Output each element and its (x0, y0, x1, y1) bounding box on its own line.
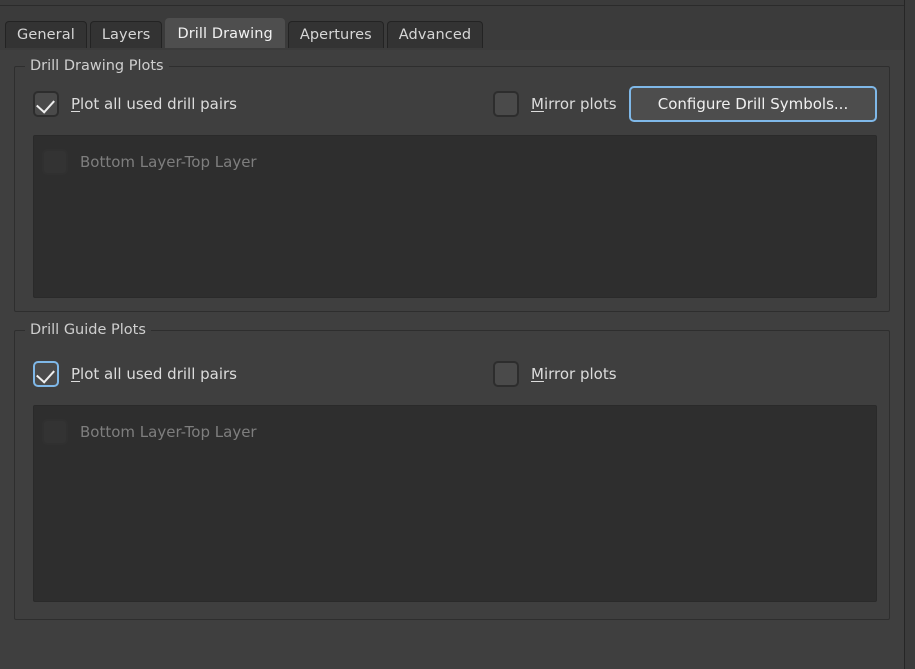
checkbox-plot-all-drill-pairs-guide[interactable] (33, 361, 59, 387)
list-item[interactable]: Bottom Layer-Top Layer (34, 406, 876, 448)
label-text: lot all used drill pairs (80, 95, 237, 113)
configure-drill-symbols-button[interactable]: Configure Drill Symbols... (629, 86, 877, 122)
tab-advanced[interactable]: Advanced (386, 21, 484, 50)
checkbox-row-plot-all-drill-pairs-drawing[interactable]: Plot all used drill pairs (33, 91, 237, 117)
group-drill-drawing-plots: Drill Drawing Plots Plot all used drill … (14, 58, 890, 312)
tab-layers[interactable]: Layers (89, 21, 163, 50)
check-mark-icon (36, 364, 55, 384)
panel-right-gutter (905, 0, 915, 669)
check-mark-icon (36, 94, 55, 114)
checkbox-row-plot-all-drill-pairs-guide[interactable]: Plot all used drill pairs (33, 361, 237, 387)
group-title-drill-drawing-plots: Drill Drawing Plots (25, 58, 169, 74)
checkbox-mirror-plots-guide[interactable] (493, 361, 519, 387)
checkbox-plot-all-drill-pairs-drawing[interactable] (33, 91, 59, 117)
tab-apertures[interactable]: Apertures (287, 21, 384, 50)
label-text: irror plots (543, 95, 617, 113)
drill-drawing-pairs-list[interactable]: Bottom Layer-Top Layer (33, 135, 877, 298)
list-item-label: Bottom Layer-Top Layer (80, 152, 257, 171)
list-item[interactable]: Bottom Layer-Top Layer (34, 136, 876, 178)
mnemonic-letter: M (531, 365, 544, 383)
checkbox-label-mirror-plots-drawing: Mirror plots (531, 95, 617, 113)
checkbox-row-mirror-plots-guide[interactable]: Mirror plots (493, 361, 617, 387)
label-text: lot all used drill pairs (80, 365, 237, 383)
tab-drill-drawing[interactable]: Drill Drawing (165, 18, 285, 50)
checkbox-label-mirror-plots-guide: Mirror plots (531, 365, 617, 383)
checkbox-mirror-plots-drawing[interactable] (493, 91, 519, 117)
checkbox-label-plot-all-drill-pairs-drawing: Plot all used drill pairs (71, 95, 237, 113)
mnemonic-letter: P (71, 95, 81, 113)
drill-guide-pairs-list[interactable]: Bottom Layer-Top Layer (33, 405, 877, 602)
tab-bar: General Layers Drill Drawing Apertures A… (0, 18, 904, 50)
checkbox-bottom-layer-top-layer-drawing (42, 148, 68, 175)
window-top-edge (0, 0, 915, 6)
group-drill-guide-plots: Drill Guide Plots Plot all used drill pa… (14, 322, 890, 620)
checkbox-row-mirror-plots-drawing[interactable]: Mirror plots (493, 91, 617, 117)
checkbox-label-plot-all-drill-pairs-guide: Plot all used drill pairs (71, 365, 237, 383)
mnemonic-letter: P (71, 365, 81, 383)
checkbox-bottom-layer-top-layer-guide (42, 418, 68, 445)
tab-general[interactable]: General (5, 21, 87, 50)
mnemonic-letter: M (531, 95, 544, 113)
list-item-label: Bottom Layer-Top Layer (80, 422, 257, 441)
drill-drawing-page: Drill Drawing Plots Plot all used drill … (0, 50, 904, 669)
group-title-drill-guide-plots: Drill Guide Plots (25, 322, 151, 338)
label-text: irror plots (543, 365, 617, 383)
